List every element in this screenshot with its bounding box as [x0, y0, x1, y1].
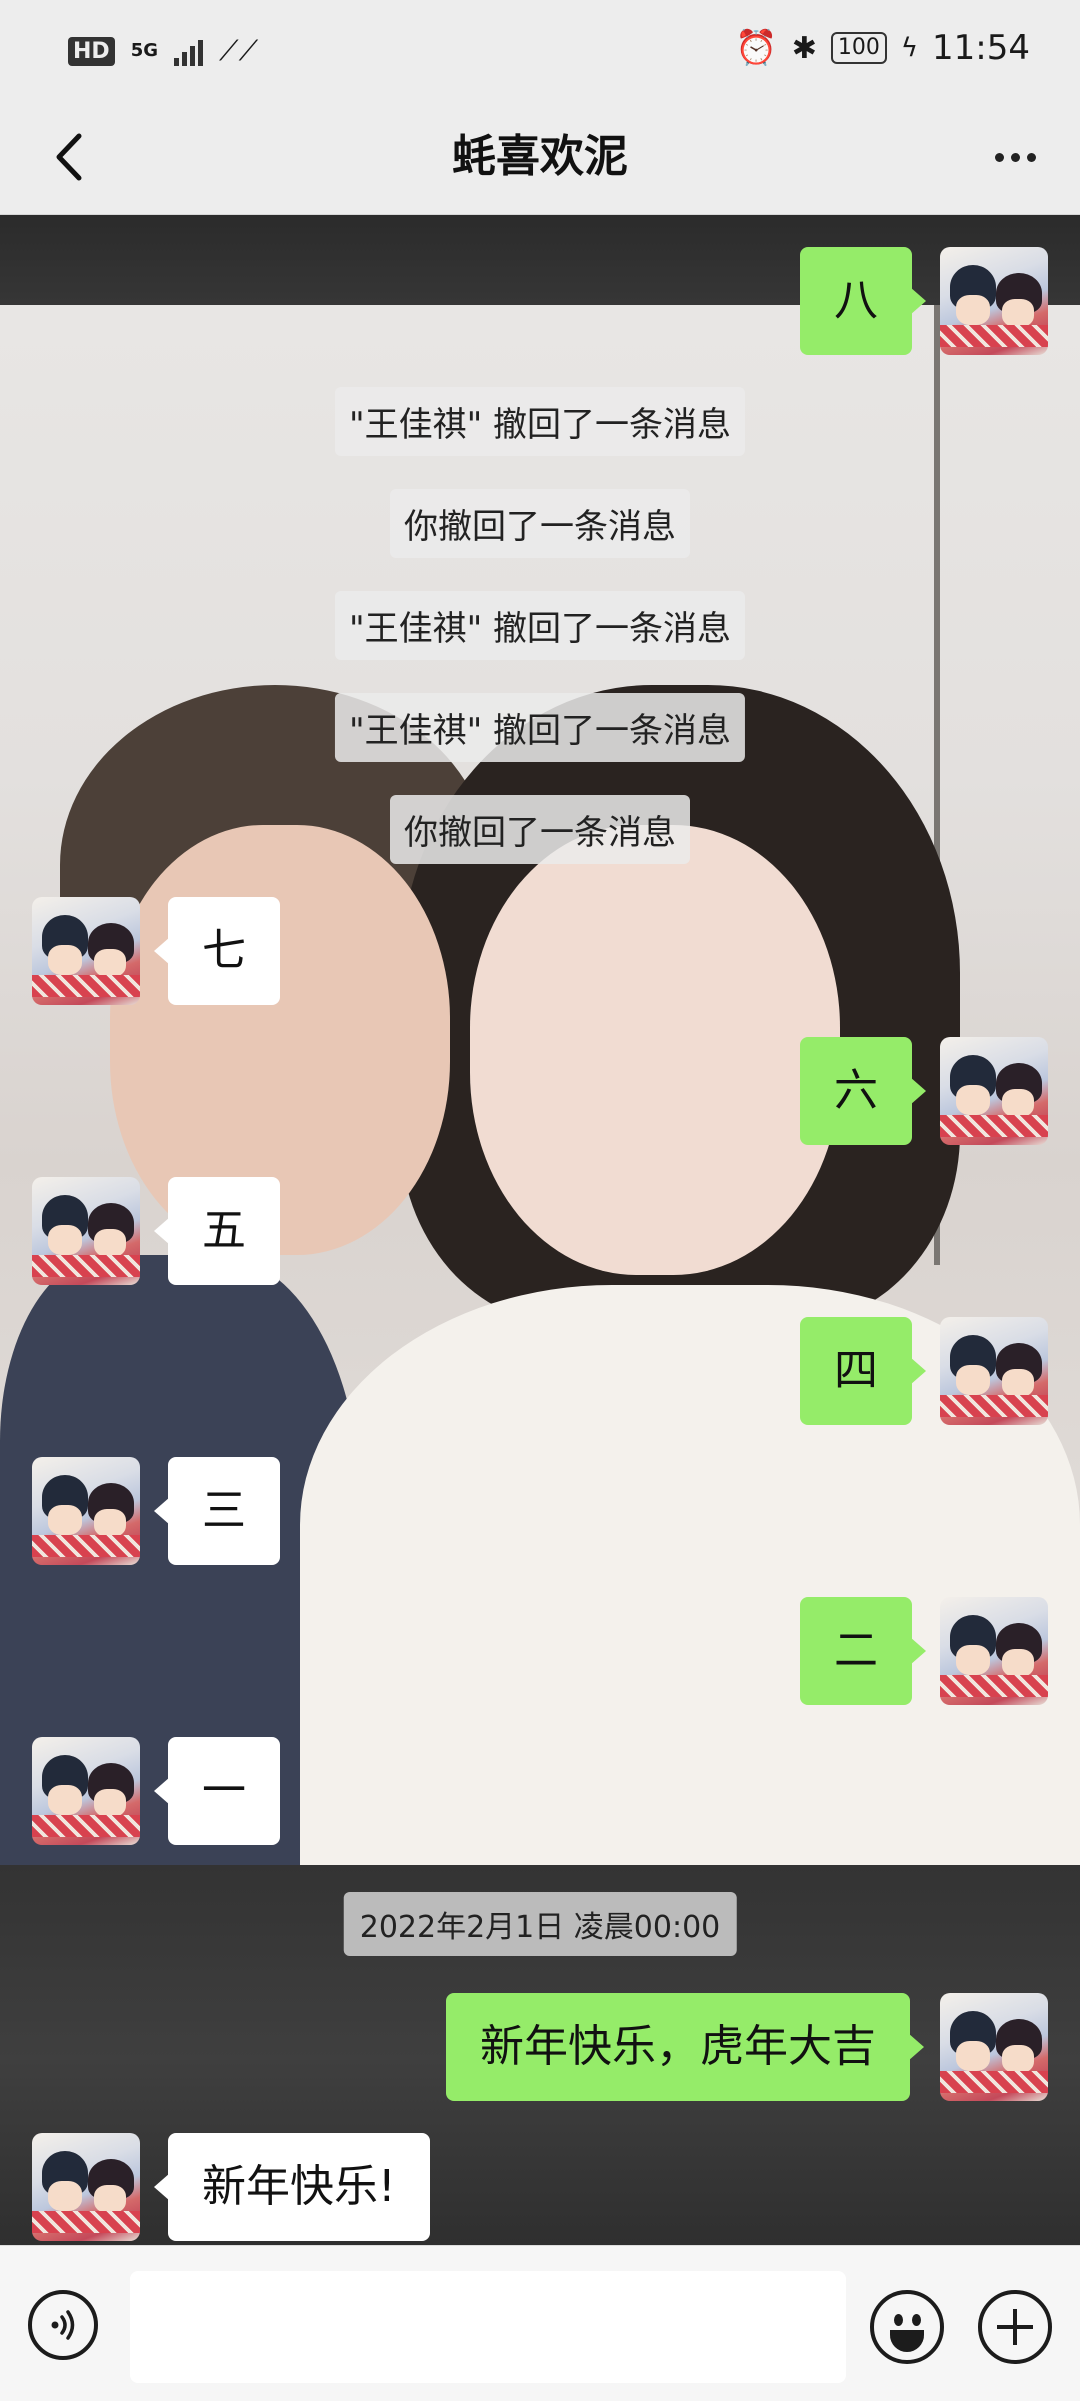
avatar-contact[interactable]	[32, 1457, 140, 1565]
input-bar	[0, 2245, 1080, 2401]
avatar-contact[interactable]	[32, 1737, 140, 1845]
message-bubble-received[interactable]: 三	[154, 1457, 280, 1565]
message-bubble-sent[interactable]: 八	[800, 247, 926, 355]
avatar-contact[interactable]	[32, 897, 140, 1005]
status-left: HD 5G ⟋⟋	[68, 34, 258, 68]
message-input[interactable]	[130, 2271, 846, 2383]
more-button[interactable]	[980, 122, 1050, 192]
chat-title: 蚝喜欢泥	[452, 131, 628, 182]
plus-button[interactable]	[978, 2290, 1052, 2364]
avatar-contact[interactable]	[32, 2133, 140, 2241]
status-right: ⏰ ✱ 100 ϟ 11:54	[735, 28, 1030, 68]
more-dot-icon	[994, 152, 1004, 162]
status-time: 11:54	[932, 28, 1030, 68]
system-notice: 你撤回了一条消息	[390, 489, 690, 558]
chat-background[interactable]: 八 "王佳祺" 撤回了一条消息 你撤回了一条消息 "王佳祺" 撤回了一条消息 "…	[0, 215, 1080, 2245]
message-timestamp: 2022年2月1日 凌晨00:00	[343, 1892, 737, 1956]
system-notice: "王佳祺" 撤回了一条消息	[334, 591, 746, 660]
message-bubble-sent[interactable]: 二	[800, 1597, 926, 1705]
emoji-icon	[894, 2314, 903, 2326]
message-bubble-received[interactable]: 新年快乐!	[154, 2133, 430, 2241]
message-bubble-sent[interactable]: 新年快乐，虎年大吉	[446, 1993, 924, 2101]
chat-header: 蚝喜欢泥	[0, 100, 1080, 215]
avatar-self[interactable]	[940, 1597, 1048, 1705]
message-bubble-sent[interactable]: 四	[800, 1317, 926, 1425]
alarm-icon: ⏰	[735, 28, 778, 68]
system-notice: 你撤回了一条消息	[390, 795, 690, 864]
avatar-self[interactable]	[940, 247, 1048, 355]
battery-icon: 100	[830, 32, 887, 64]
system-notice: "王佳祺" 撤回了一条消息	[334, 693, 746, 762]
message-bubble-received[interactable]: 七	[154, 897, 280, 1005]
charging-icon: ϟ	[900, 33, 919, 63]
avatar-self[interactable]	[940, 1037, 1048, 1145]
avatar-contact[interactable]	[32, 1177, 140, 1285]
message-bubble-sent[interactable]: 六	[800, 1037, 926, 1145]
more-dot-icon	[1010, 152, 1020, 162]
hd-icon: HD	[68, 36, 115, 66]
network-type: 5G	[130, 40, 158, 61]
message-bubble-received[interactable]: 一	[154, 1737, 280, 1845]
voice-icon	[51, 2310, 75, 2340]
avatar-self[interactable]	[940, 1317, 1048, 1425]
signal-icon	[174, 36, 203, 66]
more-dot-icon	[1026, 152, 1036, 162]
status-bar: HD 5G ⟋⟋ ⏰ ✱ 100 ϟ 11:54	[0, 0, 1080, 100]
system-notice: "王佳祺" 撤回了一条消息	[334, 387, 746, 456]
avatar-self[interactable]	[940, 1993, 1048, 2101]
message-bubble-received[interactable]: 五	[154, 1177, 280, 1285]
bluetooth-icon: ✱	[791, 30, 817, 66]
emoji-button[interactable]	[870, 2290, 944, 2364]
voice-button[interactable]	[28, 2290, 98, 2360]
wifi-call-icon: ⟋⟋	[219, 34, 259, 67]
